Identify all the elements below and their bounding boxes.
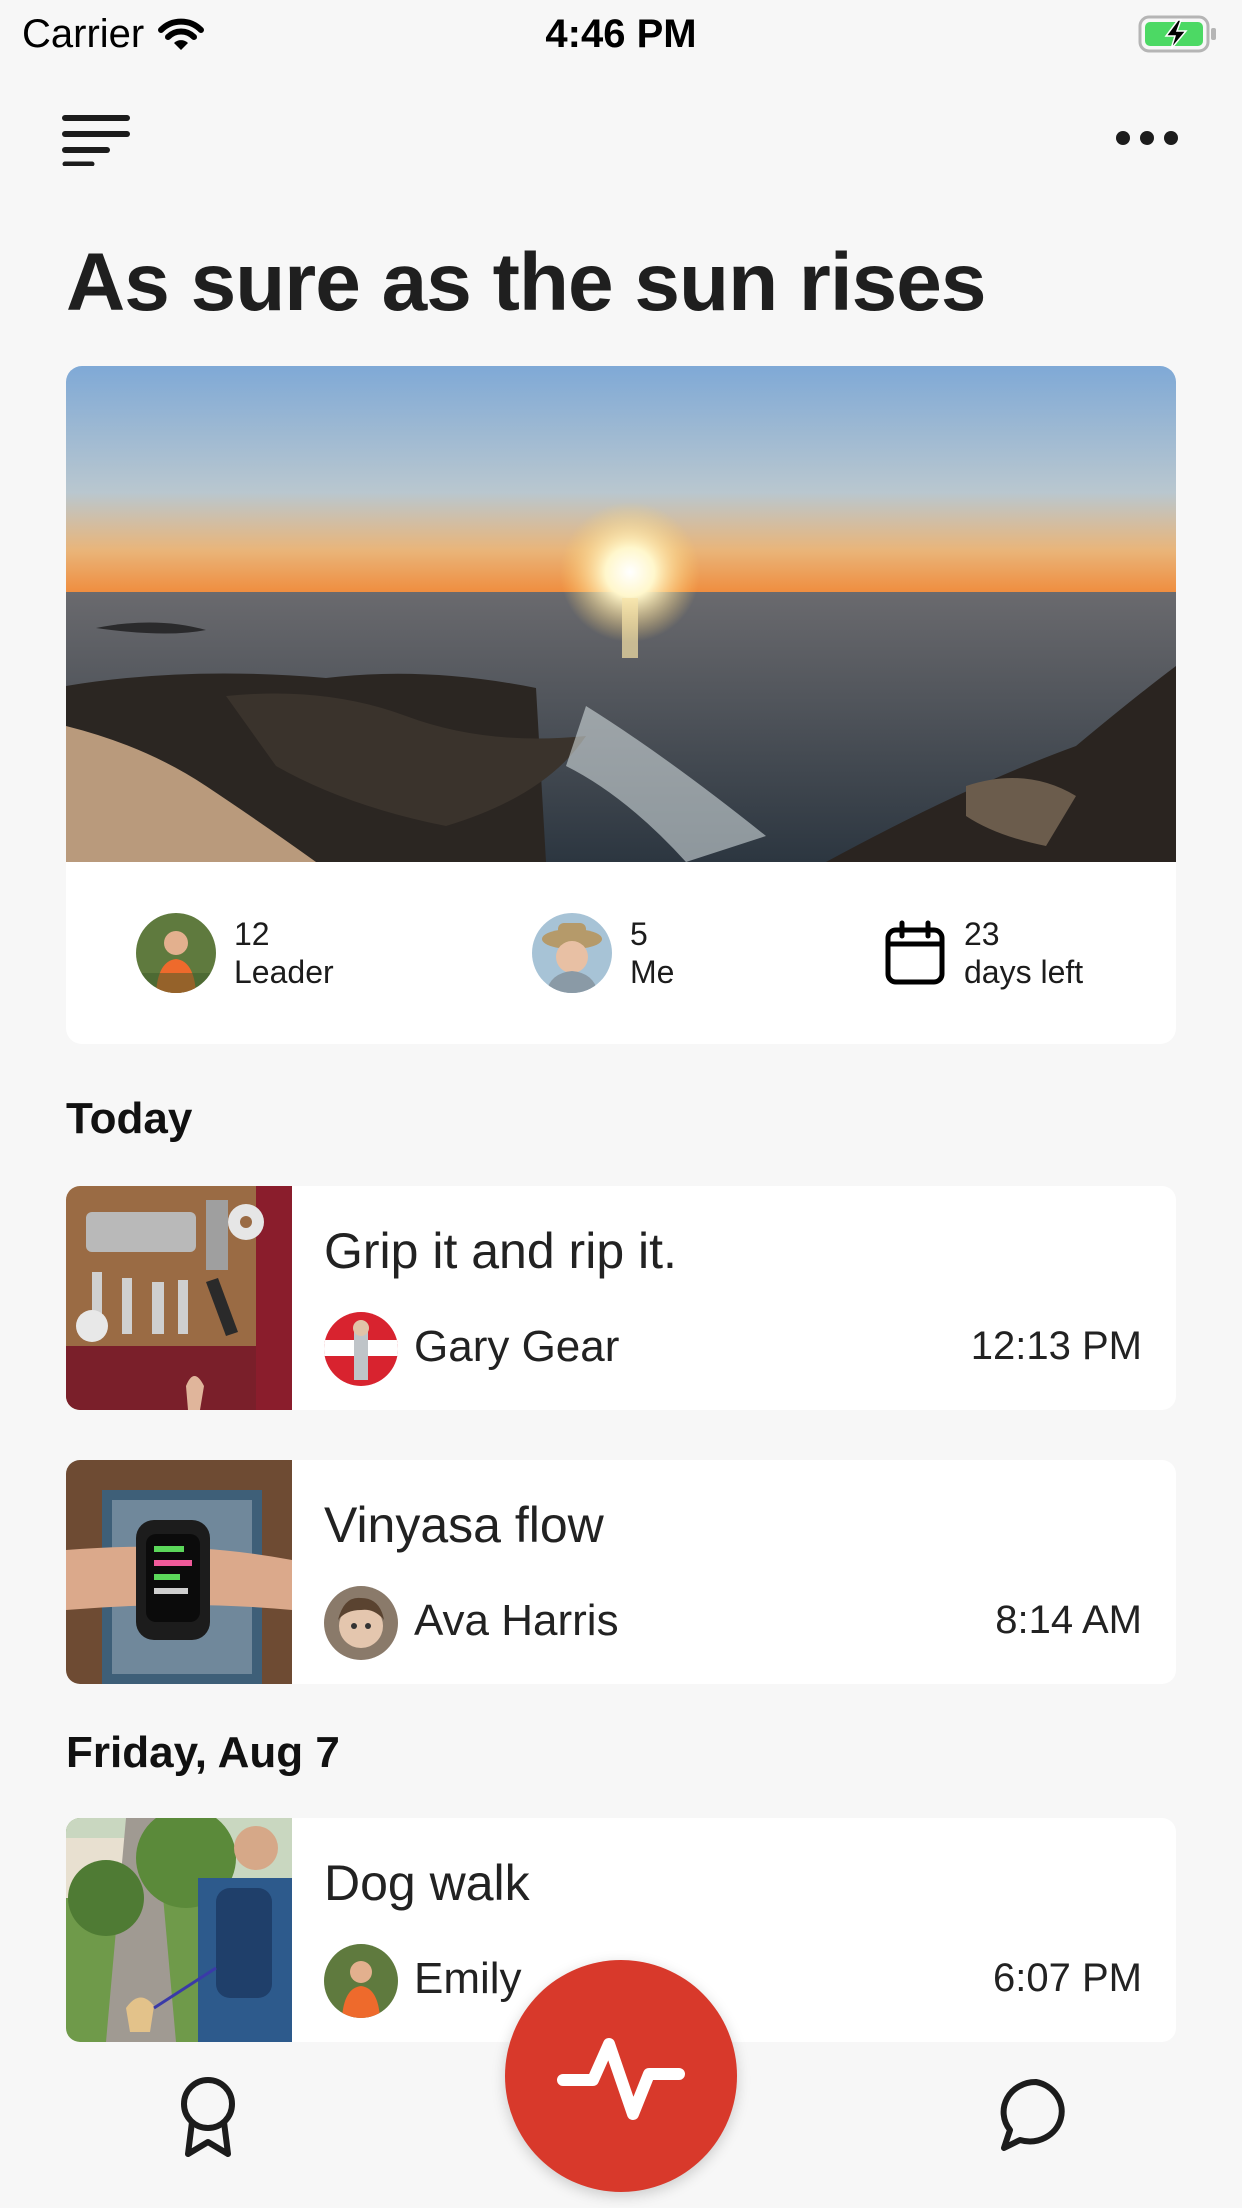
activity-user-name: Gary Gear [414,1322,620,1371]
challenge-card[interactable]: 12 Leader 5 Me 23 days left [66,366,1176,1044]
me-value: 5 [630,916,648,952]
user-avatar-ava [324,1586,398,1660]
stat-me[interactable]: 5 Me [532,862,674,1044]
chat-bubble-icon [1000,2078,1065,2151]
activity-time: 6:07 PM [993,1956,1142,2000]
log-activity-button[interactable] [505,1960,737,2192]
activity-user-name: Emily [414,1954,522,2003]
user-avatar-emily [324,1944,398,2018]
user-avatar-gary [324,1312,398,1386]
me-label: Me [630,954,675,990]
page-title: As sure as the sun rises [66,237,986,328]
activity-title: Dog walk [324,1855,530,1911]
leader-avatar [136,913,216,993]
ellipsis-icon [1116,131,1178,145]
section-title-today: Today [66,1094,193,1143]
status-bar: Carrier 4:46 PM [0,0,1242,64]
activity-row[interactable]: Vinyasa flow Ava Harris 8:14 AM [66,1460,1176,1684]
activity-pulse-icon [557,2038,685,2120]
stat-days-left[interactable]: 23 days left [884,862,1083,1044]
tab-achievements[interactable] [176,2074,240,2158]
stat-leader[interactable]: 12 Leader [136,862,334,1044]
activity-user-name: Ava Harris [414,1596,619,1645]
status-time: 4:46 PM [545,12,697,56]
calendar-icon [885,920,945,985]
section-title-friday: Friday, Aug 7 [66,1728,340,1777]
activity-time: 8:14 AM [995,1598,1142,1642]
menu-button[interactable] [62,114,130,167]
leader-label: Leader [234,954,334,990]
activity-time: 12:13 PM [970,1324,1142,1368]
tab-chat[interactable] [998,2076,1074,2152]
sunset-cover-image [66,366,1176,862]
days-left-value: 23 [964,916,1000,952]
days-left-label: days left [964,954,1084,990]
activity-row[interactable]: Grip it and rip it. Gary Gear 12:13 PM [66,1186,1176,1410]
my-avatar [532,913,612,993]
activity-title: Vinyasa flow [324,1497,604,1553]
menu-icon [62,115,130,167]
activity-photo-grip [66,1186,292,1410]
activity-title: Grip it and rip it. [324,1223,677,1279]
award-icon [181,2077,235,2157]
challenge-stats: 12 Leader 5 Me 23 days left [66,862,1176,1044]
activity-photo-yoga [66,1460,292,1684]
more-options-button[interactable] [1114,118,1180,158]
activity-photo-dog-walk [66,1818,292,2042]
battery-charging-icon [1138,15,1216,53]
leader-value: 12 [234,916,270,952]
